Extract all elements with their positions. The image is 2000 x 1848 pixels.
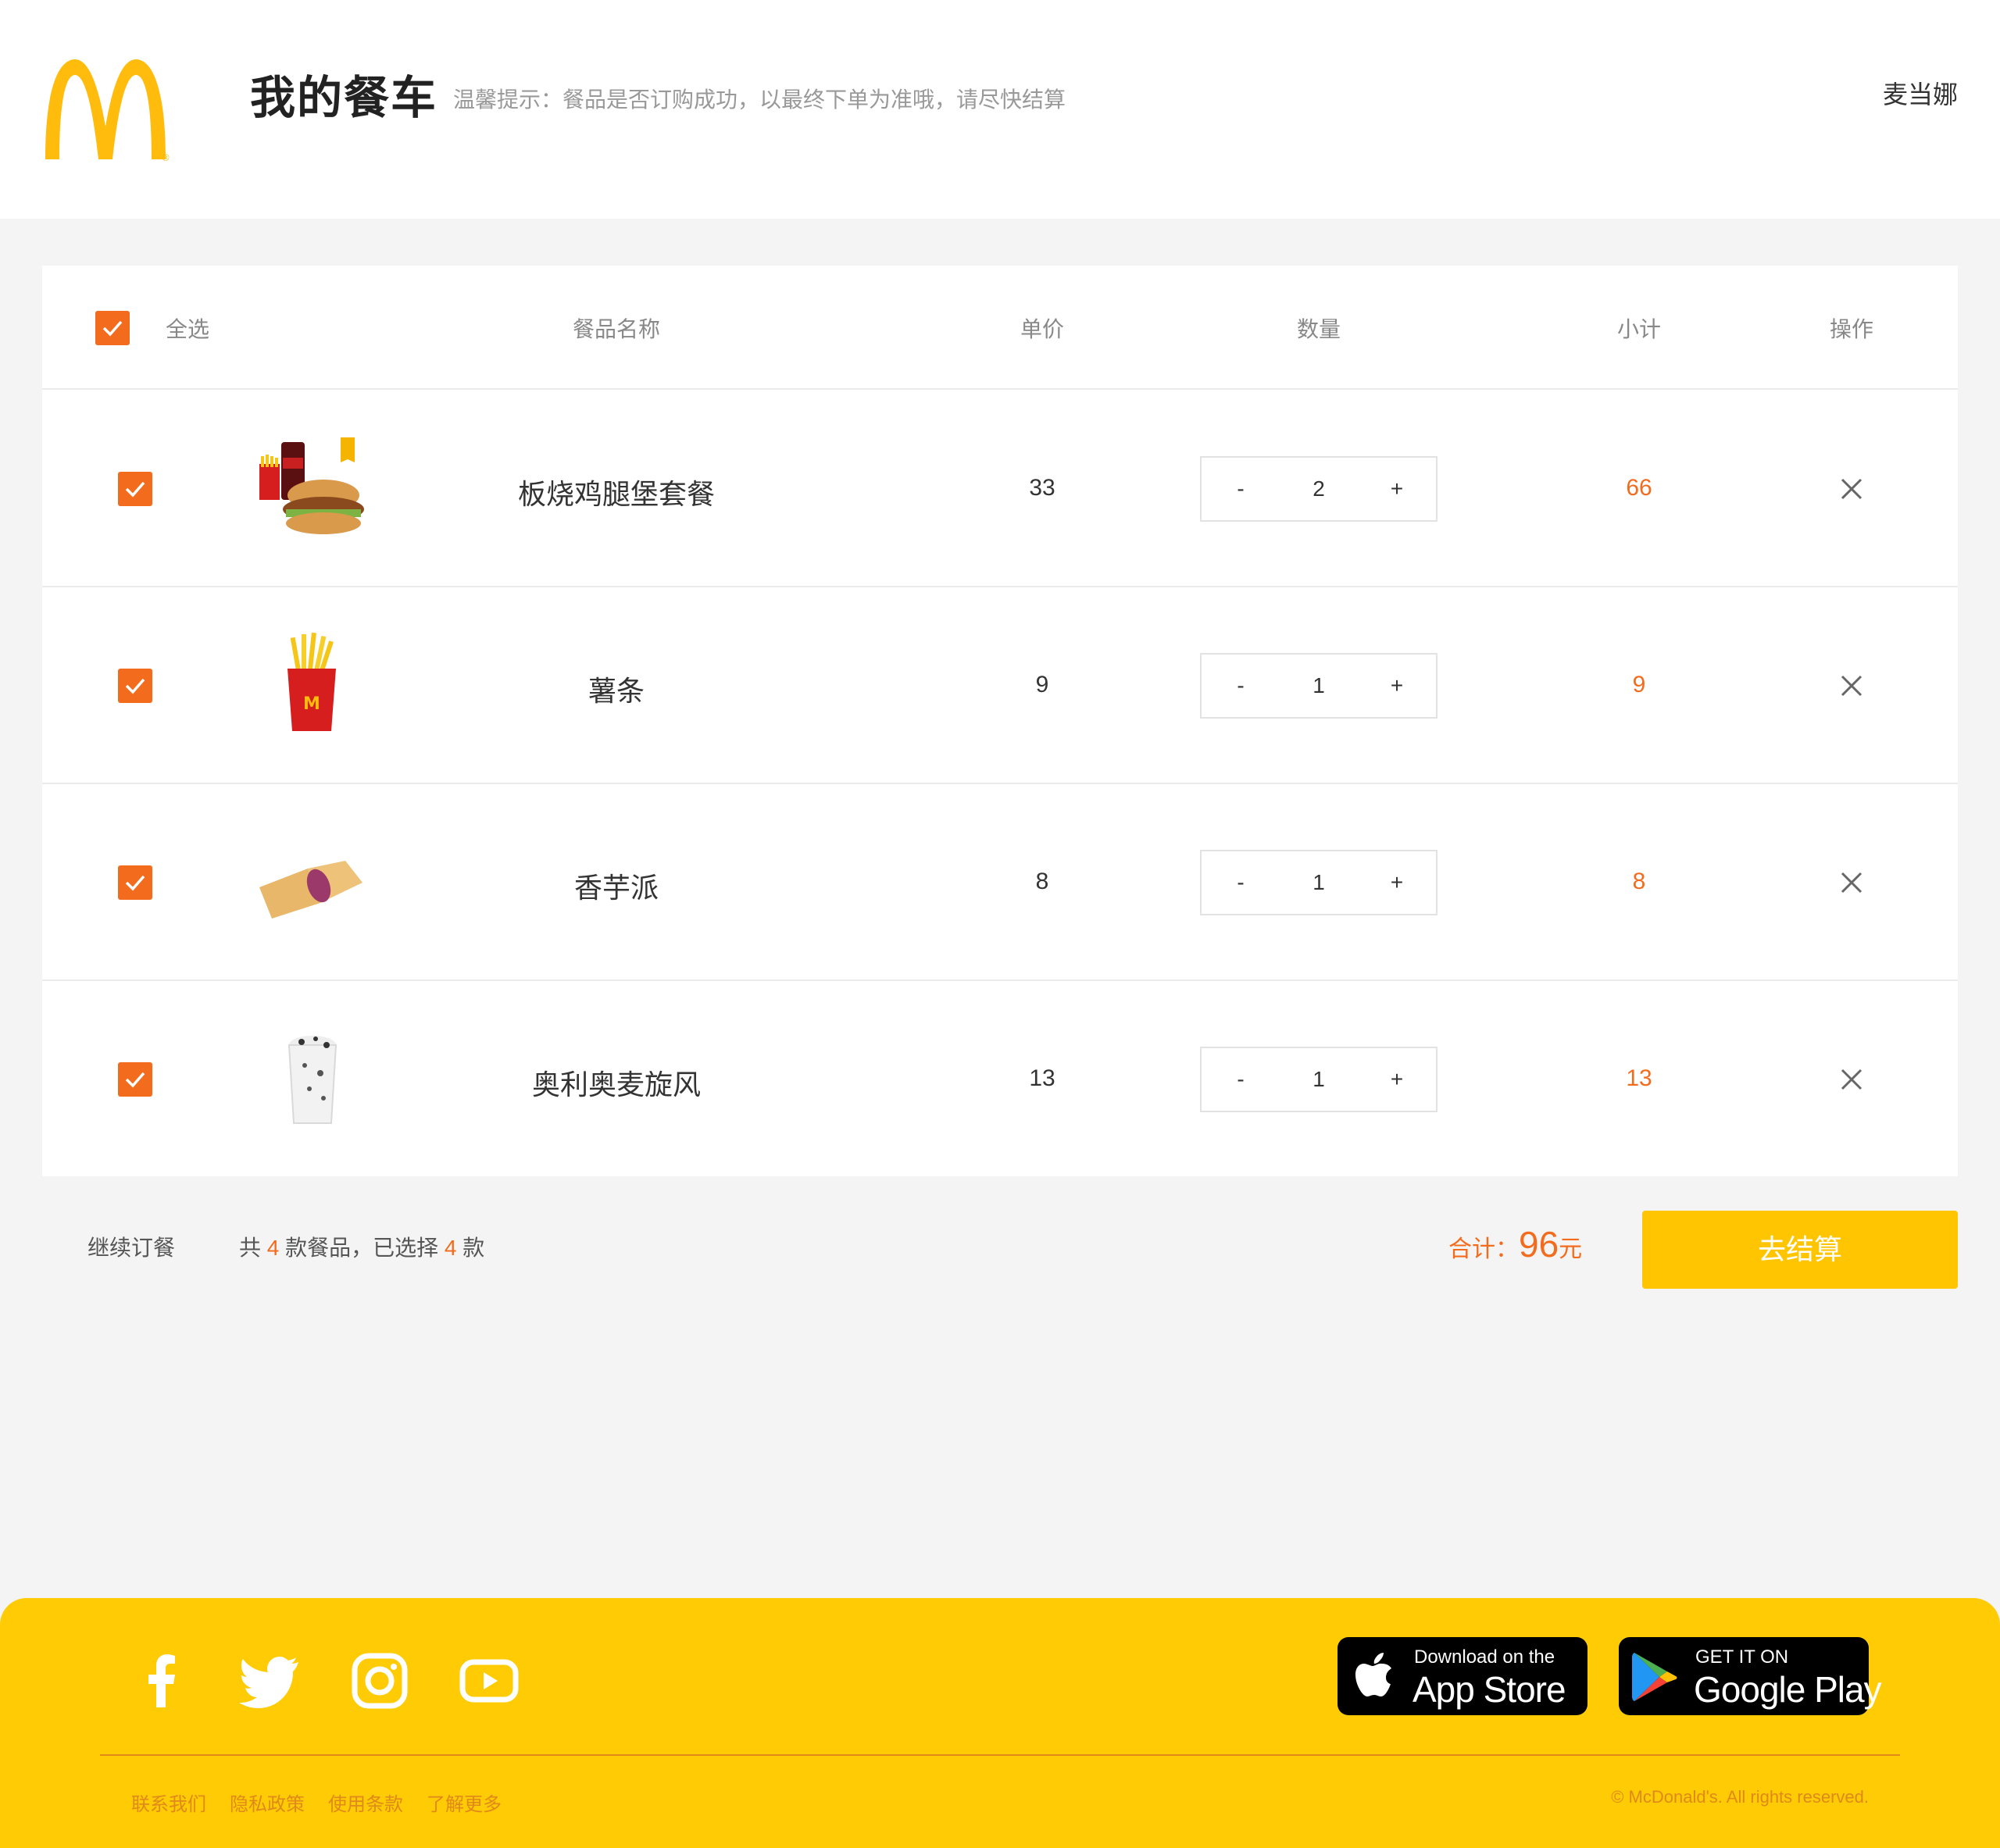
footer-link-contact[interactable]: 联系我们 <box>131 1789 206 1816</box>
count-prefix: 共 <box>239 1236 267 1260</box>
item-name: 板烧鸡腿堡套餐 <box>517 478 715 510</box>
remove-item-icon[interactable] <box>1839 476 1864 501</box>
quantity-stepper: - 1 + <box>1200 1047 1438 1112</box>
remove-item-icon[interactable] <box>1839 870 1864 895</box>
quantity-value[interactable]: 1 <box>1280 851 1358 914</box>
selected-item-count: 4 <box>444 1236 457 1260</box>
quantity-value[interactable]: 1 <box>1280 655 1358 717</box>
column-header-quantity: 数量 <box>1296 317 1341 341</box>
item-name: 薯条 <box>588 675 645 707</box>
apple-icon <box>1355 1653 1391 1696</box>
check-icon <box>125 875 145 891</box>
item-subtotal: 8 <box>1632 869 1646 894</box>
cart-table: 全选 餐品名称 单价 数量 小计 操作 板烧鸡腿堡套餐 33 - 2 + 66 <box>42 266 1958 1176</box>
item-subtotal: 66 <box>1626 475 1652 501</box>
continue-ordering-link[interactable]: 继续订餐 <box>88 1231 175 1262</box>
increase-quantity-button[interactable]: + <box>1358 655 1436 717</box>
column-header-subtotal: 小计 <box>1616 317 1661 341</box>
quantity-value[interactable]: 2 <box>1280 458 1358 520</box>
twitter-icon[interactable] <box>239 1650 302 1712</box>
column-header-price: 单价 <box>1020 317 1064 341</box>
item-unit-price: 33 <box>1029 475 1055 501</box>
oreo-mcflurry-image <box>288 1036 338 1124</box>
quantity-stepper: - 1 + <box>1200 653 1438 719</box>
app-store-badge[interactable]: Download on the App Store <box>1338 1637 1588 1715</box>
cart-row: 奥利奥麦旋风 13 - 1 + 13 <box>42 981 1958 1178</box>
check-icon <box>125 1072 145 1088</box>
instagram-icon[interactable] <box>348 1650 411 1712</box>
app-store-big-text: App Store <box>1412 1669 1566 1710</box>
footer: Download on the App Store GET IT ON Goog… <box>0 1598 2000 1848</box>
select-all-label: 全选 <box>165 317 209 341</box>
quantity-stepper: - 2 + <box>1200 456 1438 522</box>
footer-link-privacy[interactable]: 隐私政策 <box>230 1789 305 1816</box>
google-play-badge[interactable]: GET IT ON Google Play <box>1619 1637 1882 1715</box>
item-checkbox[interactable] <box>118 865 152 900</box>
count-suffix: 款 <box>456 1236 485 1260</box>
footer-divider <box>100 1754 1900 1756</box>
increase-quantity-button[interactable]: + <box>1358 851 1436 914</box>
count-middle: 款餐品，已选择 <box>279 1236 445 1260</box>
item-name: 奥利奥麦旋风 <box>531 1068 701 1101</box>
user-name[interactable]: 麦当娜 <box>1883 75 1958 111</box>
decrease-quantity-button[interactable]: - <box>1202 458 1280 520</box>
checkout-button[interactable]: 去结算 <box>1642 1211 1958 1289</box>
total-item-count: 4 <box>266 1236 280 1260</box>
item-count-summary: 共 4 款餐品，已选择 4 款 <box>239 1231 484 1262</box>
cart-table-header: 全选 餐品名称 单价 数量 小计 操作 <box>42 266 1958 390</box>
google-play-big-text: Google Play <box>1694 1669 1882 1710</box>
cart-row: M 薯条 9 - 1 + 9 <box>42 587 1958 784</box>
quantity-value[interactable]: 1 <box>1280 1048 1358 1111</box>
app-store-small-text: Download on the <box>1414 1646 1555 1668</box>
select-all-checkbox[interactable] <box>95 311 130 345</box>
order-total: 合计：96元 <box>1448 1223 1582 1265</box>
footer-link-terms[interactable]: 使用条款 <box>328 1789 403 1816</box>
item-unit-price: 13 <box>1029 1065 1055 1091</box>
decrease-quantity-button[interactable]: - <box>1202 851 1280 914</box>
increase-quantity-button[interactable]: + <box>1358 458 1436 520</box>
svg-text:M: M <box>303 694 320 714</box>
column-header-action: 操作 <box>1829 317 1873 341</box>
check-icon <box>125 678 145 694</box>
item-checkbox[interactable] <box>118 1062 152 1097</box>
quantity-stepper: - 1 + <box>1200 850 1438 915</box>
order-tip: 温馨提示：餐品是否订购成功，以最终下单为准哦，请尽快结算 <box>453 87 1066 112</box>
chicken-burger-combo-image <box>259 437 364 534</box>
mcdonalds-logo[interactable]: ® <box>41 55 170 162</box>
facebook-icon[interactable] <box>131 1650 194 1712</box>
remove-item-icon[interactable] <box>1839 1067 1864 1092</box>
google-play-small-text: GET IT ON <box>1695 1646 1789 1668</box>
total-label: 合计： <box>1448 1236 1519 1262</box>
decrease-quantity-button[interactable]: - <box>1202 1048 1280 1111</box>
total-value: 96 <box>1519 1224 1559 1265</box>
item-subtotal: 9 <box>1632 672 1646 697</box>
google-play-icon <box>1632 1653 1677 1701</box>
svg-text:®: ® <box>161 152 170 162</box>
increase-quantity-button[interactable]: + <box>1358 1048 1436 1111</box>
total-unit: 元 <box>1559 1236 1583 1262</box>
item-subtotal: 13 <box>1626 1065 1652 1091</box>
taro-pie-image <box>259 861 362 919</box>
cart-row: 香芋派 8 - 1 + 8 <box>42 784 1958 981</box>
footer-link-more[interactable]: 了解更多 <box>427 1789 502 1816</box>
column-header-name: 餐品名称 <box>572 317 660 341</box>
check-icon <box>102 320 123 337</box>
decrease-quantity-button[interactable]: - <box>1202 655 1280 717</box>
remove-item-icon[interactable] <box>1839 673 1864 698</box>
item-name: 香芋派 <box>573 872 659 904</box>
french-fries-image: M <box>288 632 336 731</box>
youtube-icon[interactable] <box>458 1650 520 1712</box>
item-unit-price: 8 <box>1035 869 1049 894</box>
check-icon <box>125 481 145 498</box>
item-checkbox[interactable] <box>118 669 152 703</box>
header: ® 我的餐车 温馨提示：餐品是否订购成功，以最终下单为准哦，请尽快结算 麦当娜 <box>0 0 2000 219</box>
cart-row: 板烧鸡腿堡套餐 33 - 2 + 66 <box>42 391 1958 587</box>
page-title: 我的餐车 <box>250 73 438 123</box>
item-unit-price: 9 <box>1035 672 1049 697</box>
copyright-text: © McDonald's. All rights reserved. <box>1611 1787 1869 1807</box>
item-checkbox[interactable] <box>118 472 152 506</box>
